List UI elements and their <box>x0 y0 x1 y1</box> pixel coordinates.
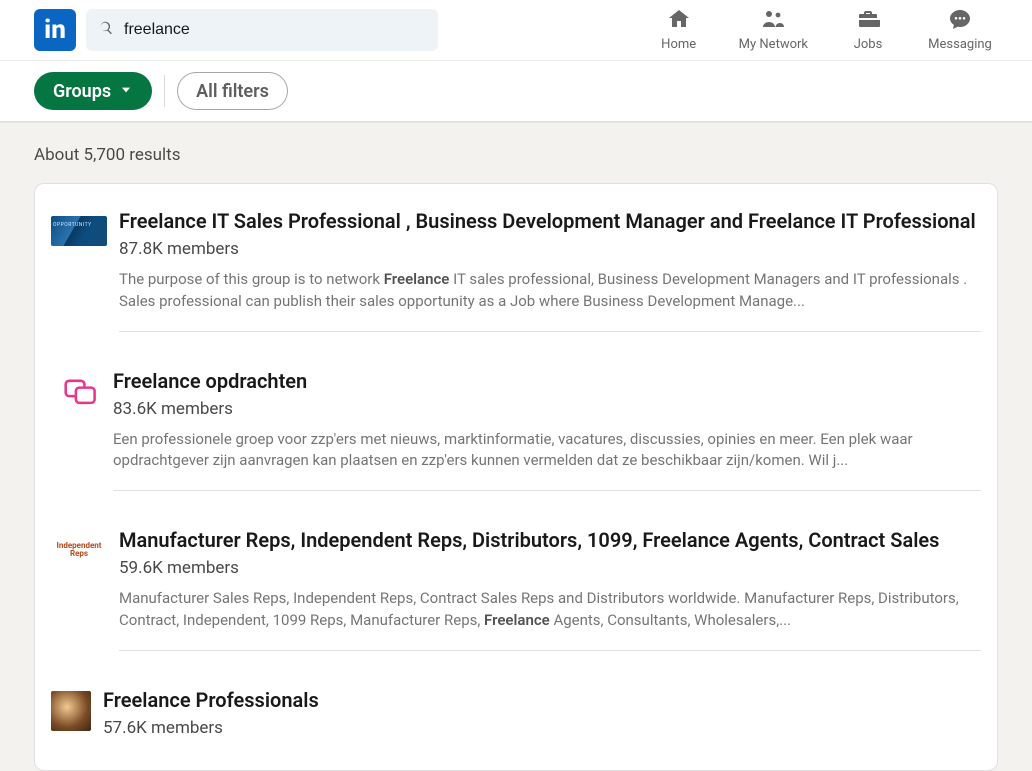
result-item[interactable]: Freelance IT Sales Professional , Busine… <box>51 190 981 350</box>
briefcase-icon <box>856 7 880 35</box>
result-description: Een professionele groep voor zzp'ers met… <box>113 429 981 473</box>
nav-home[interactable]: Home <box>647 7 711 52</box>
result-title[interactable]: Freelance IT Sales Professional , Busine… <box>119 208 981 235</box>
home-icon <box>667 7 691 35</box>
nav-messaging[interactable]: Messaging <box>928 7 992 52</box>
nav-network[interactable]: My Network <box>739 7 808 52</box>
search-icon <box>98 20 114 40</box>
filter-groups-pill[interactable]: Groups <box>34 72 152 110</box>
nav-label: Jobs <box>854 37 883 52</box>
results-card: Freelance IT Sales Professional , Busine… <box>34 183 998 771</box>
group-thumbnail: Independent Reps <box>51 535 107 565</box>
search-box[interactable] <box>86 9 438 51</box>
result-members: 87.8K members <box>119 239 981 259</box>
all-filters-button[interactable]: All filters <box>177 72 288 110</box>
group-thumbnail <box>51 691 91 731</box>
filter-label: All filters <box>196 81 269 102</box>
result-description: The purpose of this group is to network … <box>119 269 981 313</box>
filter-label: Groups <box>53 81 111 102</box>
chevron-down-icon <box>119 81 133 102</box>
search-input[interactable] <box>124 21 426 39</box>
result-item[interactable]: Independent Reps Manufacturer Reps, Inde… <box>51 509 981 669</box>
people-icon <box>761 7 785 35</box>
result-members: 59.6K members <box>119 558 981 578</box>
top-nav: in Home My Network Jobs <box>0 0 1032 60</box>
divider <box>164 75 165 107</box>
result-members: 83.6K members <box>113 399 981 419</box>
results-count: About 5,700 results <box>0 145 1032 165</box>
nav-label: Messaging <box>928 37 992 52</box>
results-page: About 5,700 results Freelance IT Sales P… <box>0 122 1032 771</box>
result-title[interactable]: Manufacturer Reps, Independent Reps, Dis… <box>119 527 981 554</box>
nav-label: Home <box>661 37 696 52</box>
filter-bar: Groups All filters <box>0 60 1032 122</box>
result-title[interactable]: Freelance Professionals <box>103 687 981 714</box>
nav-items: Home My Network Jobs Messaging <box>647 7 992 52</box>
result-members: 57.6K members <box>103 718 981 738</box>
nav-jobs[interactable]: Jobs <box>836 7 900 52</box>
group-thumbnail <box>61 376 101 406</box>
linkedin-logo[interactable]: in <box>34 9 76 51</box>
result-description: Manufacturer Sales Reps, Independent Rep… <box>119 588 981 632</box>
result-item[interactable]: Freelance Professionals 57.6K members <box>51 669 981 770</box>
group-thumbnail <box>51 216 107 246</box>
result-title[interactable]: Freelance opdrachten <box>113 368 981 395</box>
result-item[interactable]: Freelance opdrachten 83.6K members Een p… <box>51 350 981 510</box>
nav-label: My Network <box>739 37 808 52</box>
messaging-icon <box>948 7 972 35</box>
